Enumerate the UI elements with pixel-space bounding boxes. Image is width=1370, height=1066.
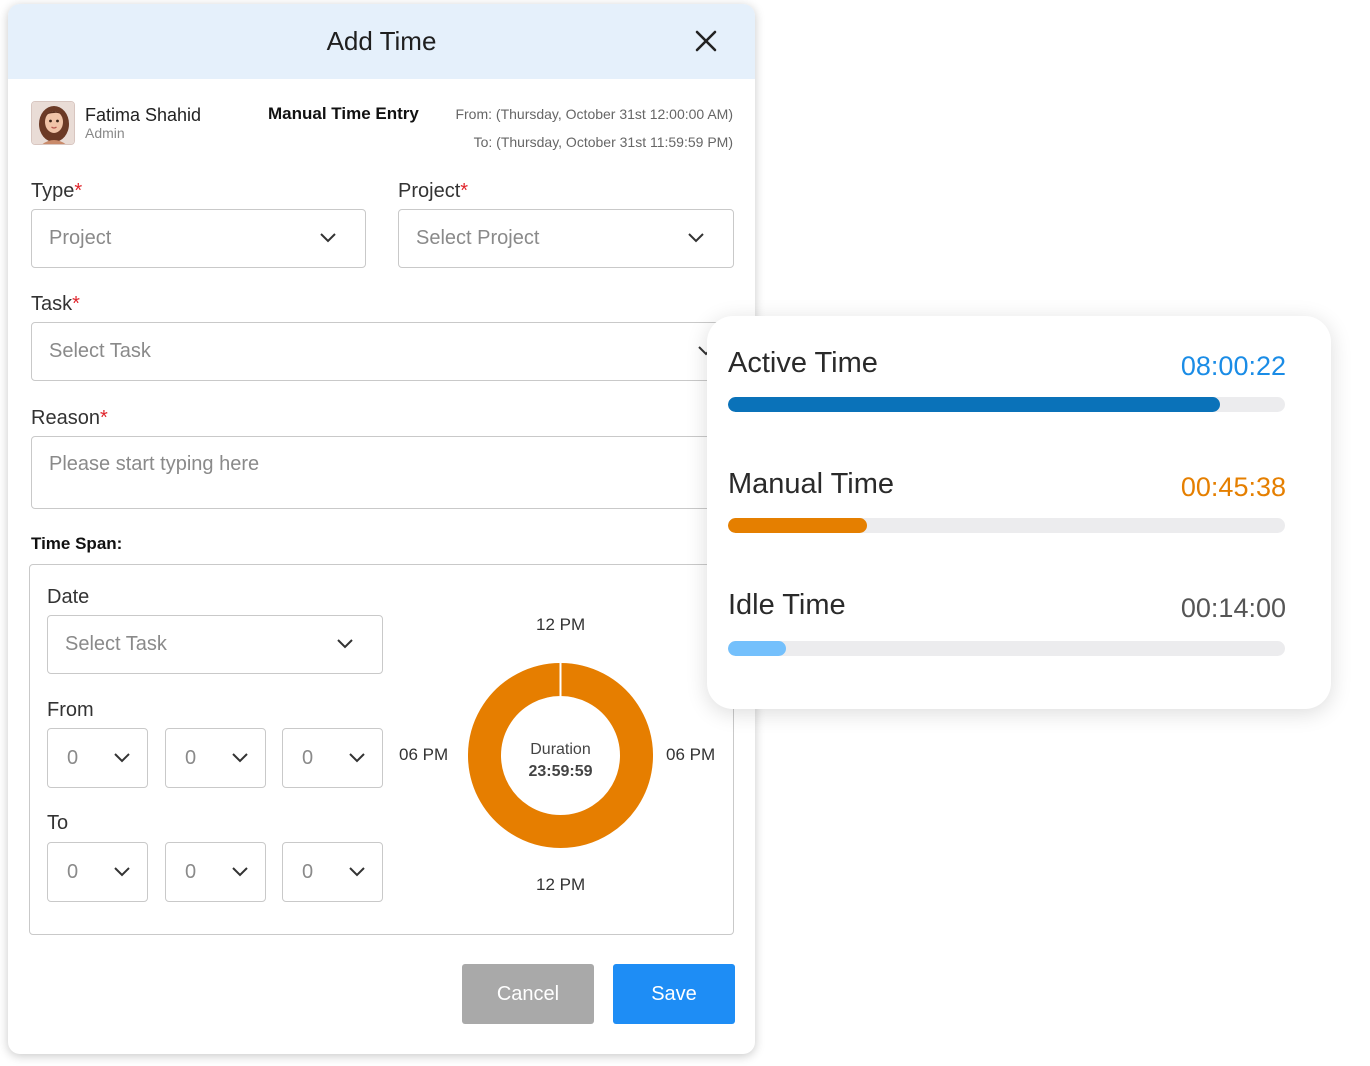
chevron-down-icon — [320, 233, 336, 243]
from-hour-value: 0 — [67, 746, 79, 769]
duration-value: 23:59:59 — [528, 763, 593, 780]
to-minute-select[interactable]: 0 — [165, 842, 266, 902]
manual-time-value: 00:45:38 — [1180, 472, 1286, 502]
date-select-placeholder: Select Task — [65, 633, 167, 655]
avatar — [31, 101, 75, 145]
from-label: From — [47, 699, 94, 721]
to-minute-value: 0 — [185, 860, 197, 883]
type-label: Type* — [31, 180, 83, 202]
project-select[interactable]: Select Project — [398, 209, 734, 268]
active-time-bar-fill — [728, 397, 1220, 412]
modal-title: Add Time — [326, 26, 437, 56]
idle-time-label: Idle Time — [728, 589, 846, 621]
user-name: Fatima Shahid — [85, 105, 202, 125]
active-time-value: 08:00:22 — [1180, 351, 1286, 381]
clock-label-left: 06 PM — [399, 745, 449, 764]
chevron-down-icon — [114, 867, 130, 877]
user-info: Fatima Shahid Admin — [31, 101, 201, 145]
from-minute-value: 0 — [185, 746, 197, 769]
avatar-image — [32, 102, 74, 144]
chevron-down-icon — [114, 753, 130, 763]
clock-label-right: 06 PM — [666, 745, 716, 764]
project-select-placeholder: Select Project — [416, 227, 540, 249]
to-second-value: 0 — [302, 860, 314, 883]
reason-label: Reason* — [31, 407, 108, 429]
chevron-down-icon — [232, 753, 248, 763]
entry-to: To: (Thursday, October 31st 11:59:59 PM) — [473, 134, 733, 150]
from-second-select[interactable]: 0 — [282, 728, 383, 788]
to-hour-select[interactable]: 0 — [47, 842, 148, 902]
date-select[interactable]: Select Task — [47, 615, 383, 674]
to-second-select[interactable]: 0 — [282, 842, 383, 902]
task-select[interactable]: Select Task — [31, 322, 734, 381]
modal-header: Add Time — [8, 4, 755, 79]
chevron-down-icon — [337, 639, 353, 649]
chevron-down-icon — [349, 867, 365, 877]
entry-title: Manual Time Entry — [268, 104, 419, 123]
active-time-label: Active Time — [728, 347, 878, 379]
manual-time-label: Manual Time — [728, 468, 895, 500]
chevron-down-icon — [688, 233, 704, 243]
from-second-value: 0 — [302, 746, 314, 769]
active-time-bar — [728, 397, 1285, 412]
manual-time-bar — [728, 518, 1285, 533]
entry-from: From: (Thursday, October 31st 12:00:00 A… — [455, 106, 733, 122]
clock-label-top: 12 PM — [536, 615, 586, 634]
type-select[interactable]: Project — [31, 209, 366, 268]
time-span-label: Time Span: — [31, 534, 123, 553]
task-select-placeholder: Select Task — [49, 340, 151, 362]
type-select-value: Project — [49, 227, 112, 249]
idle-time-value: 00:14:00 — [1180, 593, 1286, 623]
close-icon[interactable] — [693, 28, 719, 54]
chevron-down-icon — [349, 753, 365, 763]
idle-time-bar — [728, 641, 1285, 656]
from-minute-select[interactable]: 0 — [165, 728, 266, 788]
chevron-down-icon — [232, 867, 248, 877]
to-label: To — [47, 812, 69, 834]
date-label: Date — [47, 586, 90, 608]
manual-time-bar-fill — [728, 518, 868, 533]
time-stats-card: Active Time 08:00:22 Manual Time 00:45:3… — [707, 316, 1331, 709]
clock-label-bottom: 12 PM — [536, 875, 586, 894]
save-button[interactable]: Save — [613, 964, 735, 1024]
project-label: Project* — [398, 180, 469, 202]
user-role: Admin — [85, 125, 125, 141]
add-time-modal: Add Time Fatima Shahid Admin Manual Time… — [8, 4, 755, 1054]
duration-label: Duration — [530, 741, 591, 758]
idle-time-bar-fill — [728, 641, 787, 656]
to-hour-value: 0 — [67, 860, 79, 883]
task-label: Task* — [31, 293, 80, 315]
reason-placeholder: Please start typing here — [49, 453, 260, 475]
cancel-button[interactable]: Cancel — [462, 964, 594, 1024]
from-hour-select[interactable]: 0 — [47, 728, 148, 788]
reason-textarea[interactable]: Please start typing here — [31, 436, 734, 509]
